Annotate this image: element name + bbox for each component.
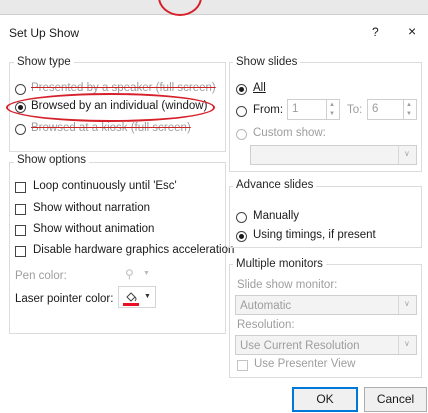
annotation-ellipse [6, 93, 215, 122]
chevron-down-icon: ∨ [398, 146, 416, 164]
dialog-title: Set Up Show [9, 26, 80, 40]
show-without-animation-label: Show without animation [33, 223, 155, 235]
from-label: From: [253, 104, 284, 116]
using-timings-radio[interactable] [236, 231, 247, 242]
ok-button[interactable]: OK [292, 387, 358, 412]
to-label: To: [347, 104, 363, 116]
to-spin-arrows[interactable]: ▲ ▼ [403, 100, 416, 119]
disable-hw-acceleration-checkbox[interactable] [15, 246, 26, 257]
all-slides-radio[interactable] [236, 84, 247, 95]
from-slides-radio[interactable] [236, 106, 247, 117]
show-type-title: Show type [14, 56, 74, 68]
chevron-down-icon: ▼ [144, 293, 151, 300]
loop-continuously-checkbox[interactable] [15, 182, 26, 193]
resolution-dropdown[interactable]: Use Current Resolution ∨ [235, 335, 417, 355]
to-value: 6 [372, 103, 379, 115]
paint-bucket-icon: ⚲ [125, 267, 134, 281]
show-without-animation-checkbox[interactable] [15, 225, 26, 236]
laser-pointer-color-label: Laser pointer color: [15, 293, 114, 305]
show-without-narration-label: Show without narration [33, 202, 150, 214]
use-presenter-view-checkbox[interactable] [237, 360, 248, 371]
help-button[interactable]: ? [372, 25, 379, 39]
laser-pointer-color-button[interactable]: ▼ [118, 286, 156, 308]
from-value: 1 [292, 103, 299, 115]
from-spin-arrows[interactable]: ▲ ▼ [326, 100, 339, 119]
chevron-down-icon: ▼ [143, 270, 150, 277]
chevron-down-icon: ∨ [398, 296, 416, 314]
using-timings-label: Using timings, if present [253, 229, 376, 241]
monitor-value: Automatic [240, 300, 292, 312]
disable-hw-acceleration-label: Disable hardware graphics acceleration [33, 244, 235, 256]
advance-slides-title: Advance slides [233, 179, 317, 191]
loop-continuously-label: Loop continuously until 'Esc' [33, 180, 177, 192]
multiple-monitors-title: Multiple monitors [233, 258, 326, 270]
chevron-down-icon: ∨ [398, 336, 416, 354]
show-without-narration-checkbox[interactable] [15, 204, 26, 215]
cancel-button[interactable]: Cancel [364, 387, 427, 412]
custom-show-label: Custom show: [253, 127, 326, 139]
all-slides-label: All [253, 82, 266, 94]
manually-label: Manually [253, 210, 300, 222]
slide-show-monitor-label: Slide show monitor: [237, 279, 338, 291]
slide-show-monitor-dropdown[interactable]: Automatic ∨ [235, 295, 417, 315]
custom-show-radio[interactable] [236, 129, 247, 140]
presented-by-speaker-radio[interactable] [15, 84, 26, 95]
show-slides-title: Show slides [233, 56, 301, 68]
resolution-value: Use Current Resolution [240, 340, 360, 352]
from-spinner[interactable]: 1 ▲ ▼ [287, 99, 340, 120]
use-presenter-view-label: Use Presenter View [254, 358, 356, 370]
close-button[interactable]: × [408, 23, 416, 39]
browsed-at-kiosk-label: Browsed at a kiosk (full screen) [31, 122, 191, 134]
browsed-at-kiosk-radio[interactable] [15, 124, 26, 135]
manually-radio[interactable] [236, 212, 247, 223]
show-options-title: Show options [14, 154, 90, 166]
resolution-label: Resolution: [237, 319, 295, 331]
to-spinner[interactable]: 6 ▲ ▼ [367, 99, 417, 120]
laser-color-swatch [123, 303, 139, 306]
custom-show-dropdown[interactable]: ∨ [250, 145, 417, 165]
background-strip [0, 0, 428, 15]
pen-color-button[interactable]: ⚲ ▼ [118, 263, 156, 285]
pen-color-label: Pen color: [15, 270, 67, 282]
